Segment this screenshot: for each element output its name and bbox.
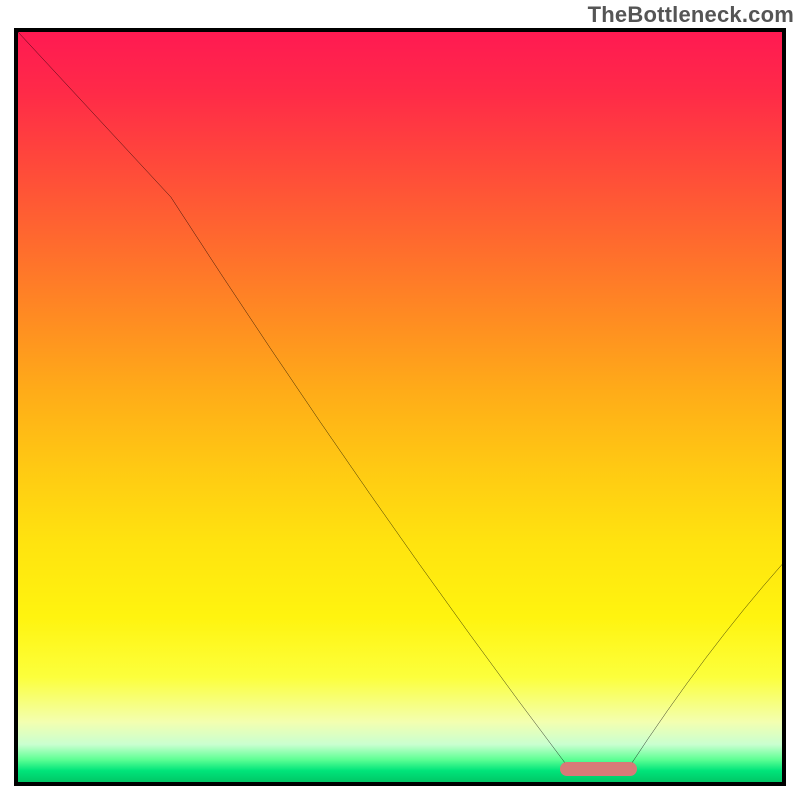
watermark-text: TheBottleneck.com — [588, 2, 794, 28]
plot-area — [14, 28, 786, 786]
chart-container: TheBottleneck.com — [0, 0, 800, 800]
bottleneck-curve — [18, 32, 782, 782]
optimal-range-marker — [560, 762, 636, 776]
